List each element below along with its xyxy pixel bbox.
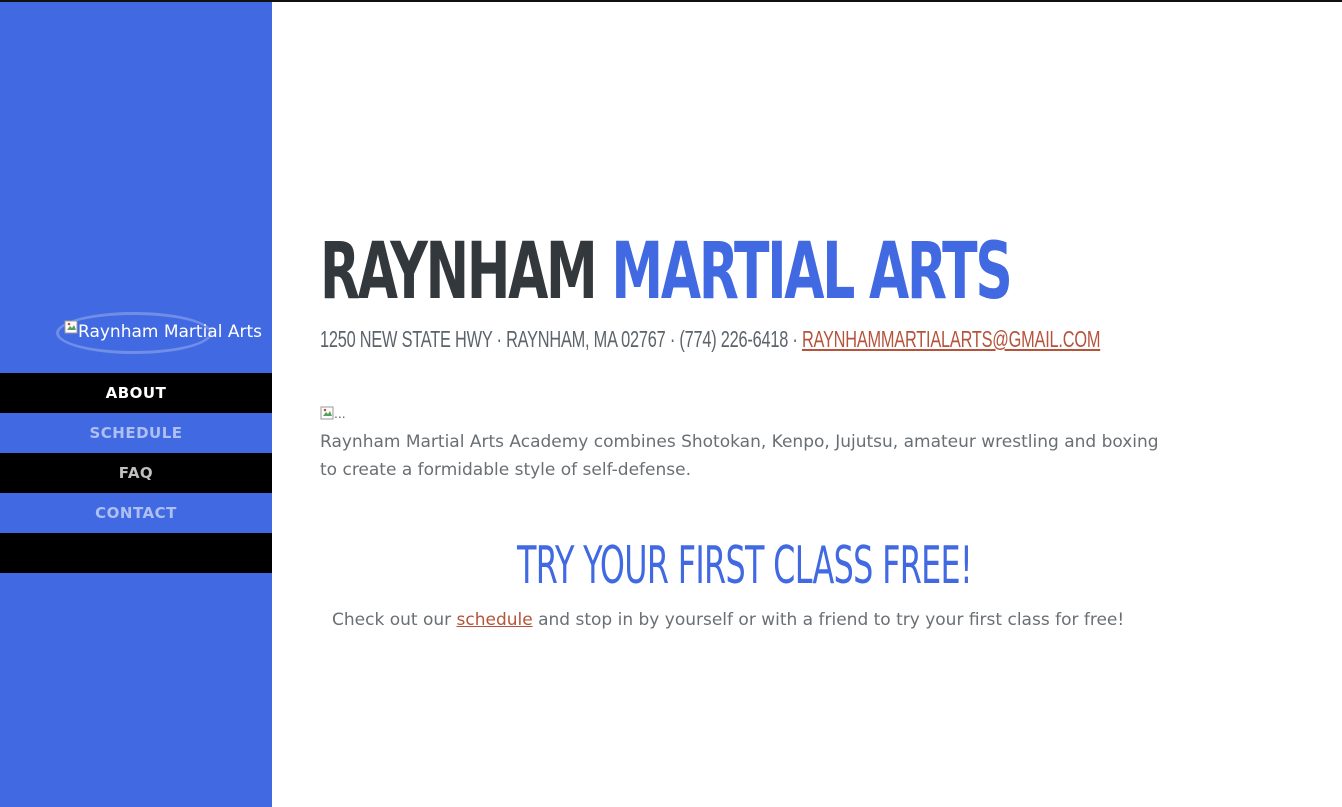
cta-heading: TRY YOUR FIRST CLASS FREE! xyxy=(320,532,1170,600)
email-link[interactable]: RAYNHAMMARTIALARTS@GMAIL.COM xyxy=(802,326,1100,352)
image-alt-text: ... xyxy=(334,405,346,421)
main-content: RAYNHAM MARTIAL ARTS 1250 NEW STATE HWY … xyxy=(320,0,1320,807)
title-part-dark: RAYNHAM xyxy=(320,227,598,317)
nav-item-contact[interactable]: CONTACT xyxy=(0,493,272,533)
schedule-link[interactable]: schedule xyxy=(457,610,533,630)
site-logo[interactable]: Raynham Martial Arts xyxy=(56,310,272,358)
nav-item-empty[interactable] xyxy=(0,533,272,573)
sidebar: Raynham Martial Arts ABOUT SCHEDULE FAQ … xyxy=(0,0,272,807)
nav-item-faq[interactable]: FAQ xyxy=(0,453,272,493)
nav-item-schedule[interactable]: SCHEDULE xyxy=(0,413,272,453)
cta-text-before: Check out our xyxy=(332,610,457,630)
main-nav: ABOUT SCHEDULE FAQ CONTACT xyxy=(0,373,272,573)
page-title: RAYNHAM MARTIAL ARTS xyxy=(320,226,1013,318)
cta-heading-text: TRY YOUR FIRST CLASS FREE! xyxy=(517,536,974,596)
broken-image-icon xyxy=(64,320,78,334)
logo-alt-text: Raynham Martial Arts xyxy=(78,322,262,342)
intro-paragraph: Raynham Martial Arts Academy combines Sh… xyxy=(320,432,1159,480)
cta-paragraph: Check out our schedule and stop in by yo… xyxy=(332,606,1182,634)
broken-image-icon xyxy=(320,406,334,420)
content-image: ... xyxy=(320,405,346,425)
title-part-accent: MARTIAL ARTS xyxy=(611,227,1012,317)
cta-text-after: and stop in by yourself or with a friend… xyxy=(532,610,1125,630)
nav-item-about[interactable]: ABOUT xyxy=(0,373,272,413)
top-border xyxy=(0,0,1342,2)
address-text: 1250 NEW STATE HWY · RAYNHAM, MA 02767 ·… xyxy=(320,326,802,352)
contact-info: 1250 NEW STATE HWY · RAYNHAM, MA 02767 ·… xyxy=(320,324,1100,354)
